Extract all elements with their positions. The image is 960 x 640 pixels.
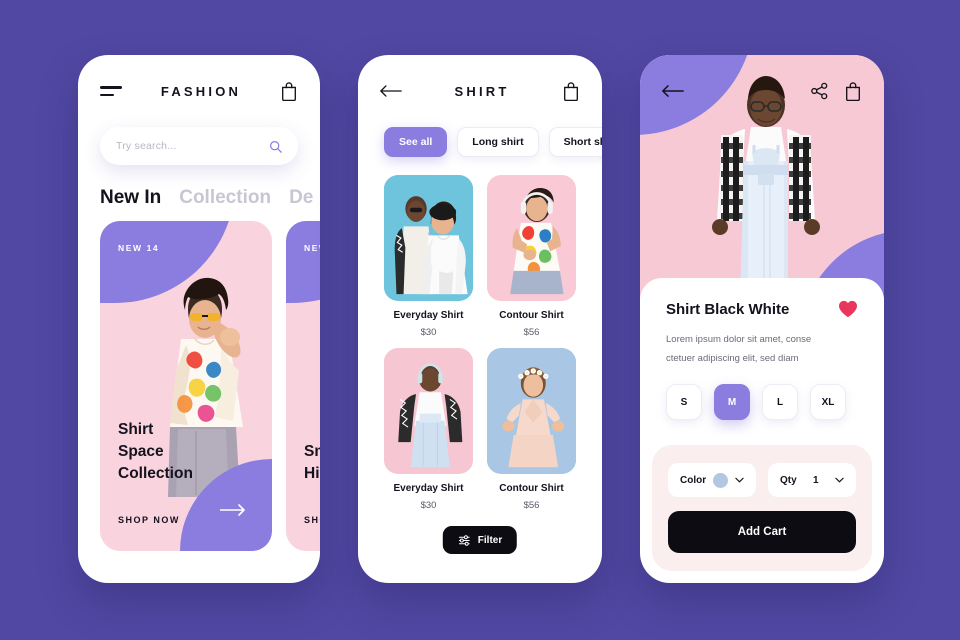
product-grid: Everyday Shirt $30 Contour Shirt $56 Eve… xyxy=(358,157,602,511)
share-icon[interactable] xyxy=(811,82,828,100)
shop-now-label[interactable]: SHOP NOW xyxy=(118,515,180,525)
option-selectors: Color Qty 1 xyxy=(668,463,856,497)
product-photo xyxy=(487,181,576,295)
tab-collection[interactable]: Collection xyxy=(179,187,271,209)
search-input[interactable] xyxy=(116,140,269,152)
product-name: Everyday Shirt xyxy=(393,483,464,494)
purchase-panel: Color Qty 1 Add Cart xyxy=(652,445,872,571)
product-photo xyxy=(384,354,473,468)
product-title: Shirt Black White xyxy=(666,300,790,318)
product-price: $30 xyxy=(420,500,437,511)
filter-button[interactable]: Filter xyxy=(442,526,518,554)
home-header: FASHION xyxy=(78,55,320,127)
shop-now-label[interactable]: SHO xyxy=(304,515,320,525)
description-line-2: ctetuer adipiscing elit, sed diam xyxy=(666,353,799,364)
product-thumbnail xyxy=(487,175,576,301)
phone-list-screen: SHIRT See all Long shirt Short shirt xyxy=(358,55,602,583)
detail-header xyxy=(662,81,862,101)
promo-carousel: NEW 14 Shirt Space Collection SHOP NOW N… xyxy=(78,221,320,551)
qty-label: Qty xyxy=(780,474,797,486)
product-title-row: Shirt Black White xyxy=(666,300,858,318)
page-title: SHIRT xyxy=(454,83,510,99)
search-section xyxy=(78,127,320,165)
promo-title: Shirt Space Collection xyxy=(118,421,193,482)
brand-title: FASHION xyxy=(160,83,242,99)
shopping-bag-icon[interactable] xyxy=(562,81,580,101)
search-box[interactable] xyxy=(100,127,298,165)
sliders-icon xyxy=(458,534,470,546)
product-photo xyxy=(384,181,473,295)
description-line-1: Lorem ipsum dolor sit amet, conse xyxy=(666,334,812,345)
back-arrow-icon[interactable] xyxy=(380,84,402,98)
chip-short-shirt[interactable]: Short shirt xyxy=(548,127,602,157)
color-label: Color xyxy=(680,474,707,486)
promo-card-next[interactable]: NEW SmHi SHO xyxy=(286,221,320,551)
product-name: Everyday Shirt xyxy=(393,310,464,321)
product-price: $30 xyxy=(420,327,437,338)
hamburger-icon[interactable] xyxy=(100,86,122,96)
size-option-m[interactable]: M xyxy=(714,384,750,420)
shopping-bag-icon[interactable] xyxy=(844,81,862,101)
product-name: Contour Shirt xyxy=(499,310,564,321)
product-hero xyxy=(640,55,884,298)
chip-long-shirt[interactable]: Long shirt xyxy=(457,127,539,157)
arrow-right-icon xyxy=(220,504,245,516)
product-thumbnail xyxy=(487,348,576,474)
promo-badge: NEW xyxy=(304,243,320,253)
size-option-xl[interactable]: XL xyxy=(810,384,846,420)
phone-detail-screen: Shirt Black White Lorem ipsum dolor sit … xyxy=(640,55,884,583)
chip-see-all[interactable]: See all xyxy=(384,127,448,157)
promo-title: SmHi xyxy=(304,443,320,482)
filter-chips: See all Long shirt Short shirt xyxy=(358,127,602,157)
chevron-down-icon[interactable] xyxy=(735,476,744,485)
screenshot-canvas: FASHION New In Collection De xyxy=(0,0,960,640)
search-icon[interactable] xyxy=(269,140,282,153)
qty-value: 1 xyxy=(813,474,819,486)
size-option-s[interactable]: S xyxy=(666,384,702,420)
category-tabs: New In Collection De xyxy=(78,165,320,221)
product-photo xyxy=(487,354,576,468)
size-option-l[interactable]: L xyxy=(762,384,798,420)
product-card[interactable]: Contour Shirt $56 xyxy=(487,175,576,338)
qty-selector[interactable]: Qty 1 xyxy=(768,463,856,497)
purple-blob xyxy=(286,221,320,303)
product-price: $56 xyxy=(523,327,540,338)
tab-new-in[interactable]: New In xyxy=(100,187,161,209)
product-thumbnail xyxy=(384,175,473,301)
product-card[interactable]: Everyday Shirt $30 xyxy=(384,175,473,338)
promo-badge: NEW 14 xyxy=(118,243,160,253)
list-header: SHIRT xyxy=(358,55,602,127)
product-card[interactable]: Contour Shirt $56 xyxy=(487,348,576,511)
chevron-down-icon[interactable] xyxy=(835,476,844,485)
product-card[interactable]: Everyday Shirt $30 xyxy=(384,348,473,511)
add-cart-button[interactable]: Add Cart xyxy=(668,511,856,553)
promo-card[interactable]: NEW 14 Shirt Space Collection SHOP NOW xyxy=(100,221,272,551)
product-detail-panel: Shirt Black White Lorem ipsum dolor sit … xyxy=(640,278,884,420)
product-price: $56 xyxy=(523,500,540,511)
color-selector[interactable]: Color xyxy=(668,463,756,497)
product-description: Lorem ipsum dolor sit amet, conse ctetue… xyxy=(666,330,858,368)
product-thumbnail xyxy=(384,348,473,474)
shopping-bag-icon[interactable] xyxy=(280,81,298,101)
tab-detail[interactable]: De xyxy=(289,187,313,209)
color-swatch[interactable] xyxy=(713,472,729,488)
heart-icon[interactable] xyxy=(838,300,858,318)
product-name: Contour Shirt xyxy=(499,483,564,494)
hero-model-photo xyxy=(712,76,820,298)
size-selector: S M L XL xyxy=(666,384,858,420)
back-arrow-icon[interactable] xyxy=(662,84,684,98)
filter-label: Filter xyxy=(477,534,503,546)
phone-home-screen: FASHION New In Collection De xyxy=(78,55,320,583)
